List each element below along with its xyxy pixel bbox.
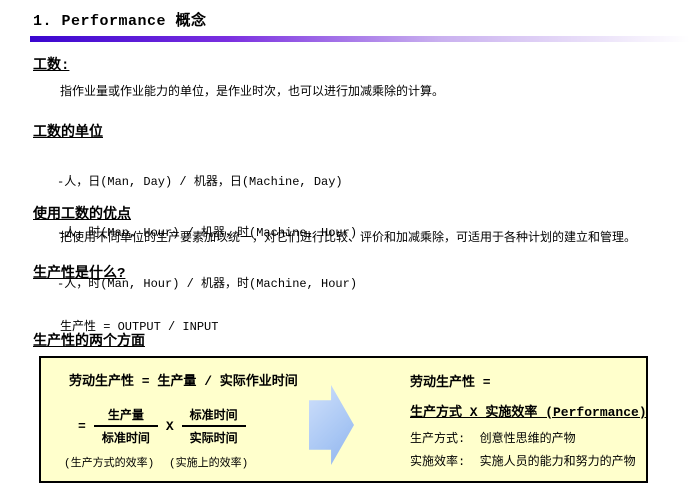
production-method-definition: 生产方式: 创意性思维的产物 bbox=[410, 429, 576, 446]
slide-page: { "page": { "title": "1. Performance 概念"… bbox=[0, 0, 690, 492]
equals-sign: = bbox=[70, 419, 94, 434]
fraction1-numerator: 生产量 bbox=[94, 406, 158, 427]
title-divider-gradient-bar bbox=[30, 36, 690, 42]
fraction2-denominator: 实际时间 bbox=[182, 427, 246, 446]
fraction-standard-over-actual: 标准时间 实际时间 bbox=[182, 406, 246, 446]
heading-two-aspects: 生产性的两个方面 bbox=[33, 330, 145, 350]
multiply-sign: X bbox=[158, 419, 182, 434]
heading-what-is-productivity: 生产性是什么? bbox=[33, 262, 125, 282]
gongshu-definition-text: 指作业量或作业能力的单位，是作业时次，也可以进行加减乘除的计算。 bbox=[60, 82, 444, 99]
heading-benefits: 使用工数的优点 bbox=[33, 203, 131, 223]
diagram-right-title: 劳动生产性 = bbox=[410, 371, 491, 390]
list-item: -人，日(Man, Day) / 机器，日(Machine, Day) bbox=[57, 174, 357, 191]
diagram-left-formula-title: 劳动生产性 = 生产量 / 实际作业时间 bbox=[69, 370, 298, 389]
fraction1-caption: (生产方式的效率) bbox=[64, 454, 154, 470]
benefits-text: 把使用不同单位的生产要素加以统一，对它们进行比较、评价和加减乘除，可适用于各种计… bbox=[60, 228, 636, 245]
fraction2-numerator: 标准时间 bbox=[182, 406, 246, 427]
heading-gongshu: 工数: bbox=[33, 54, 69, 74]
productivity-diagram-box: 劳动生产性 = 生产量 / 实际作业时间 = 生产量 标准时间 X 标准时间 实… bbox=[39, 356, 648, 483]
units-list: -人，日(Man, Day) / 机器，日(Machine, Day) -人，时… bbox=[57, 140, 357, 310]
implementation-efficiency-definition: 实施效率: 实施人员的能力和努力的产物 bbox=[410, 452, 636, 469]
diagram-right-formula: 生产方式 X 实施效率 (Performance) bbox=[410, 401, 647, 420]
fraction1-denominator: 标准时间 bbox=[94, 427, 158, 446]
fraction-equation-row: = 生产量 标准时间 X 标准时间 实际时间 bbox=[70, 406, 246, 446]
right-arrow-icon bbox=[309, 385, 354, 465]
fraction-production-over-standard: 生产量 标准时间 bbox=[94, 406, 158, 446]
fraction2-caption: (实施上的效率) bbox=[169, 454, 248, 470]
page-title: 1. Performance 概念 bbox=[33, 9, 207, 30]
heading-gongshu-units: 工数的单位 bbox=[33, 121, 103, 141]
